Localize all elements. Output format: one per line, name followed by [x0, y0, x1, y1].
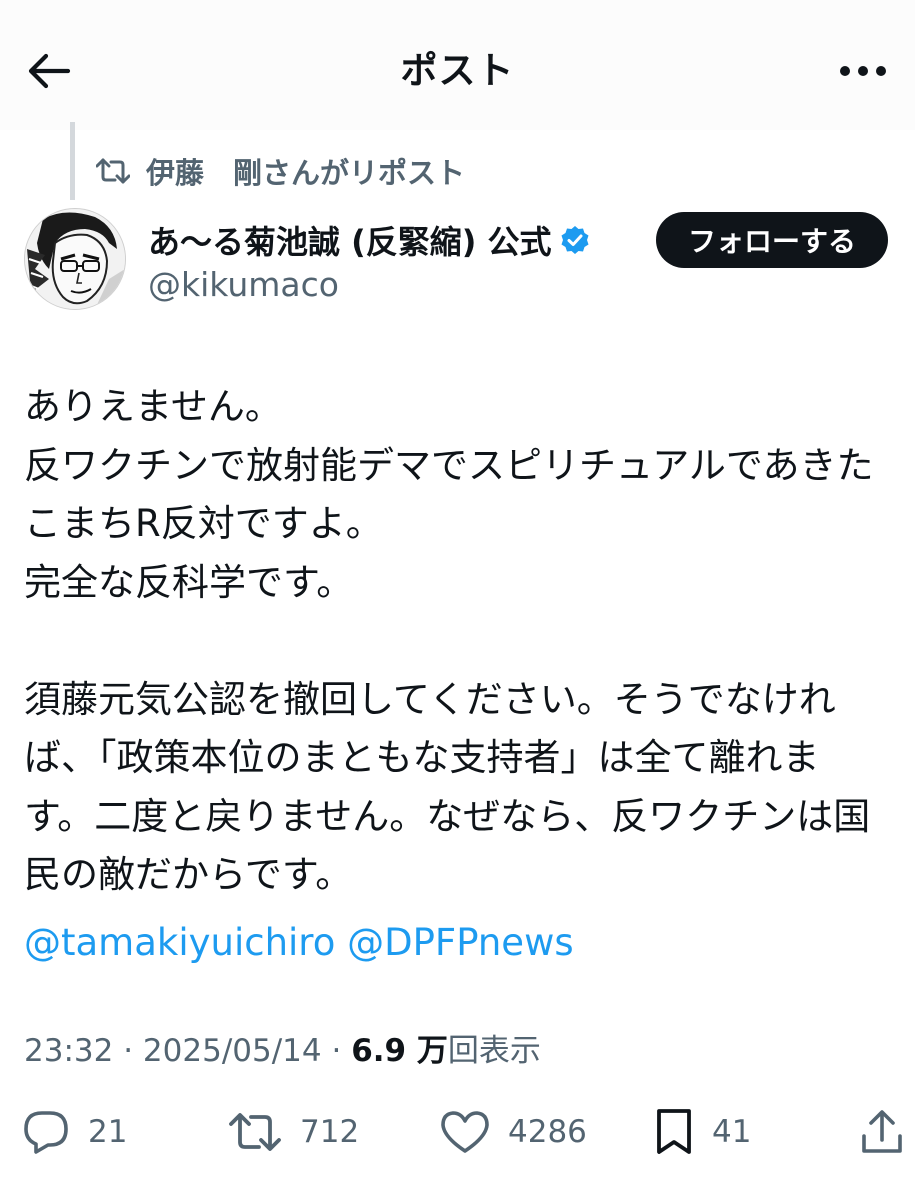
repost-icon [229, 1113, 281, 1151]
page-title: ポスト [400, 49, 515, 92]
post-text-line: こまちR反対ですよ。 [24, 502, 383, 545]
more-options-button[interactable] [833, 46, 893, 96]
post-date: 2025/05/14 [142, 1033, 322, 1069]
reply-bubble-icon [24, 1111, 68, 1154]
bookmark-count: 41 [712, 1114, 752, 1150]
top-nav-bar: ポスト [0, 0, 915, 130]
post-text-line: 民の敵だからです。 [24, 853, 353, 896]
author-name: あ〜る菊池誠 (反緊縮) 公式 [148, 223, 552, 261]
mentions-line: @tamakiyuichiro @DPFPnews [24, 916, 574, 970]
manga-portrait-avatar-image [25, 209, 125, 309]
verified-badge-icon [561, 226, 589, 254]
post-text-line: 完全な反科学です。 [24, 560, 354, 604]
view-count-label: 回表示 [447, 1033, 541, 1069]
like-button[interactable]: 4286 [440, 1100, 587, 1164]
like-count: 4286 [508, 1114, 587, 1150]
author-handle[interactable]: @kikumaco [148, 264, 339, 306]
share-icon [862, 1110, 902, 1153]
avatar[interactable] [24, 208, 126, 310]
post-text: ありえません。 反ワクチンで放射能デマでスピリチュアルであきた こまちR反対です… [24, 378, 899, 905]
post-text-line [24, 612, 899, 671]
mention-link[interactable]: @tamakiyuichiro [24, 921, 335, 964]
post-text-line: 反ワクチンで放射能デマでスピリチュアルであきた [24, 443, 874, 487]
thread-line [70, 122, 75, 200]
share-button[interactable] [860, 1100, 904, 1164]
follow-button[interactable]: フォローする [656, 212, 888, 268]
heart-icon [441, 1111, 489, 1153]
post-time: 23:32 [24, 1033, 114, 1069]
view-count[interactable]: 6.9 万 [351, 1033, 448, 1069]
author-name-row[interactable]: あ〜る菊池誠 (反緊縮) 公式 [148, 216, 590, 264]
reply-button[interactable]: 21 [22, 1100, 127, 1164]
action-bar: 21 712 4286 41 [0, 1100, 915, 1170]
mention-link[interactable]: @DPFPnews [347, 921, 574, 964]
post-text-line: す。二度と戻りません。なぜなら、反ワクチンは国 [24, 794, 871, 838]
repost-icon [96, 156, 130, 186]
post-metadata: 23:32 · 2025/05/14 · 6.9 万回表示 [24, 1028, 541, 1074]
bookmark-button[interactable]: 41 [654, 1100, 751, 1164]
reply-count: 21 [88, 1114, 128, 1150]
post-text-line: ば、「政策本位のまともな支持者」は全て離れま [24, 736, 820, 779]
meta-separator: · [331, 1033, 342, 1069]
repost-button[interactable]: 712 [228, 1100, 359, 1164]
bookmark-icon [657, 1109, 691, 1154]
repost-context[interactable]: 伊藤 剛さんがリポスト [96, 150, 465, 192]
post-text-line: 須藤元気公認を撤回してください。そうでなけれ [24, 677, 836, 721]
more-horizontal-icon [840, 66, 886, 76]
repost-count: 712 [300, 1114, 360, 1150]
post-text-line: ありえません。 [24, 385, 282, 428]
repost-by-label: 伊藤 剛さんがリポスト [146, 156, 466, 190]
meta-separator: · [123, 1033, 134, 1069]
